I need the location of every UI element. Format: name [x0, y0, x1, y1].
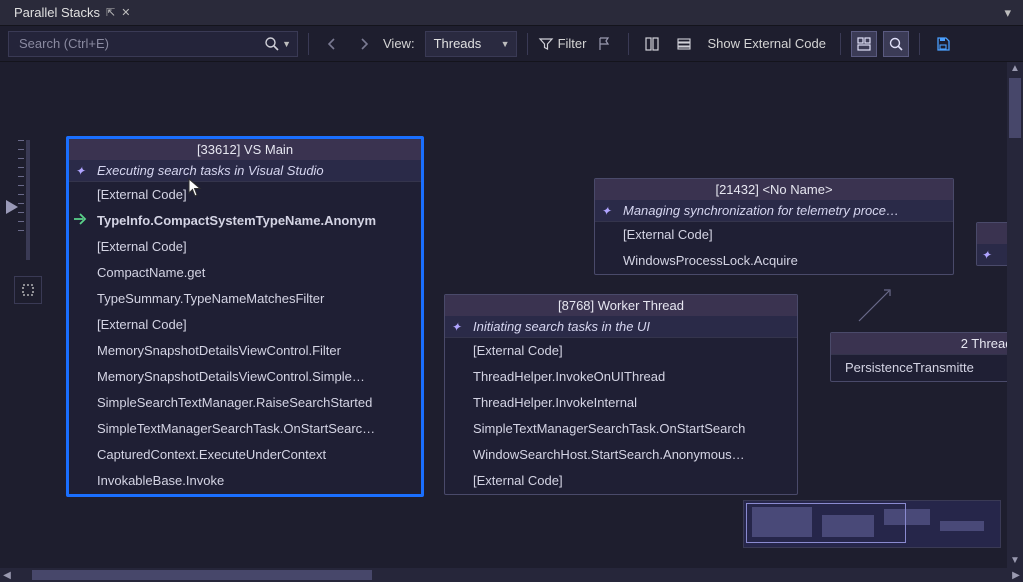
stack-frame[interactable]: WindowSearchHost.StartSearch.Anonymous… — [445, 442, 797, 468]
show-external-code-button[interactable]: Show External Code — [703, 36, 830, 51]
connector-line — [854, 286, 894, 326]
stack-frame[interactable]: ThreadHelper.InvokeOnUIThread — [445, 364, 797, 390]
view-label: View: — [383, 36, 415, 51]
stack-frame[interactable]: SimpleSearchTextManager.RaiseSearchStart… — [69, 390, 421, 416]
minimap[interactable] — [743, 500, 1001, 548]
layout-mode-button-2[interactable] — [883, 31, 909, 57]
search-dropdown-icon[interactable]: ▼ — [282, 39, 291, 49]
thread-description: ✦ Executing search tasks in Visual Studi… — [69, 160, 421, 181]
view-select[interactable]: Threads ▼ — [425, 31, 517, 57]
filter-button[interactable]: Filter — [538, 36, 587, 52]
thread-description: ✦ Initiating search tasks in the UI — [445, 316, 797, 337]
search-box[interactable]: ▼ — [8, 31, 298, 57]
scroll-left-icon[interactable]: ◀ — [0, 570, 14, 581]
thread-description: ✦ Managing synchronization for telemetry… — [595, 200, 953, 221]
chevron-down-icon: ▼ — [501, 39, 510, 49]
minimap-viewport[interactable] — [746, 503, 906, 543]
search-icon[interactable]: ▼ — [264, 36, 291, 52]
thread-header: [8768] Worker Thread — [445, 295, 797, 316]
thread-header: [33612] VS Main — [69, 139, 421, 160]
thread-box-vs-main[interactable]: [33612] VS Main ✦ Executing search tasks… — [66, 136, 424, 497]
view-select-value: Threads — [434, 36, 482, 51]
horizontal-scrollbar[interactable]: ◀ ▶ — [0, 568, 1023, 582]
stack-frame[interactable]: [External Code] — [595, 221, 953, 248]
thread-box-worker[interactable]: [8768] Worker Thread ✦ Initiating search… — [444, 294, 798, 495]
stack-frame[interactable]: MemorySnapshotDetailsViewControl.Simple… — [69, 364, 421, 390]
scroll-up-icon[interactable]: ▲ — [1010, 62, 1020, 76]
stack-frame[interactable]: CompactName.get — [69, 260, 421, 286]
toolbar: ▼ View: Threads ▼ Filter Show External C… — [0, 26, 1023, 62]
current-frame-arrow-icon — [73, 212, 89, 232]
thread-box-two-threads[interactable]: 2 Threads PersistenceTransmitte — [830, 332, 1023, 382]
ai-spark-icon: ✦ — [981, 248, 991, 262]
show-external-code-label: Show External Code — [707, 36, 826, 51]
stack-frame[interactable]: [External Code] — [69, 181, 421, 208]
stack-frame[interactable]: InvokableBase.Invoke — [69, 468, 421, 494]
stack-frame[interactable]: ThreadHelper.InvokeInternal — [445, 390, 797, 416]
scrollbar-thumb[interactable] — [1009, 78, 1021, 138]
thread-header: 2 Threads — [831, 333, 1023, 354]
filter-label: Filter — [558, 36, 587, 51]
vertical-scrollbar[interactable]: ▲ ▼ — [1007, 62, 1023, 568]
zoom-to-fit-button[interactable] — [14, 276, 42, 304]
nav-forward-button[interactable] — [351, 31, 377, 57]
stack-frame[interactable]: PersistenceTransmitte — [831, 354, 1023, 381]
stack-frame[interactable]: SimpleTextManagerSearchTask.OnStartSearc… — [69, 416, 421, 442]
titlebar: Parallel Stacks ⇱ ✕ ▾ — [0, 0, 1023, 26]
stack-frame[interactable]: [External Code] — [445, 468, 797, 494]
scrollbar-thumb[interactable] — [32, 570, 372, 580]
close-icon[interactable]: ✕ — [121, 6, 130, 19]
frames-toggle-button[interactable] — [639, 31, 665, 57]
stack-frame[interactable]: MemorySnapshotDetailsViewControl.Filter — [69, 338, 421, 364]
stack-view-button[interactable] — [671, 31, 697, 57]
ai-spark-icon: ✦ — [75, 164, 85, 178]
thread-header: [21432] <No Name> — [595, 179, 953, 200]
stack-frame-current[interactable]: TypeInfo.CompactSystemTypeName.Anonym — [69, 208, 421, 234]
tab-parallel-stacks[interactable]: Parallel Stacks ⇱ ✕ — [8, 0, 136, 25]
stack-frame[interactable]: [External Code] — [69, 312, 421, 338]
stack-frame[interactable]: SimpleTextManagerSearchTask.OnStartSearc… — [445, 416, 797, 442]
stacks-canvas[interactable]: [33612] VS Main ✦ Executing search tasks… — [0, 62, 1023, 568]
window-title: Parallel Stacks — [14, 5, 100, 20]
filter-icon — [538, 36, 554, 52]
save-icon — [935, 36, 951, 52]
scroll-right-icon[interactable]: ▶ — [1009, 570, 1023, 581]
window-options-dropdown-icon[interactable]: ▾ — [1004, 5, 1011, 21]
zoom-slider[interactable] — [20, 140, 36, 260]
ai-spark-icon: ✦ — [601, 204, 611, 218]
zoom-slider-thumb[interactable] — [6, 200, 18, 214]
layout-mode-button-1[interactable] — [851, 31, 877, 57]
thread-box-no-name[interactable]: [21432] <No Name> ✦ Managing synchroniza… — [594, 178, 954, 275]
nav-back-button[interactable] — [319, 31, 345, 57]
stack-frame[interactable]: WindowsProcessLock.Acquire — [595, 248, 953, 274]
pin-icon[interactable]: ⇱ — [106, 6, 115, 19]
ai-spark-icon: ✦ — [451, 320, 461, 334]
minimap-block — [940, 521, 984, 531]
stack-frame[interactable]: CapturedContext.ExecuteUnderContext — [69, 442, 421, 468]
search-input[interactable] — [19, 36, 264, 51]
stack-frame[interactable]: [External Code] — [69, 234, 421, 260]
flag-button[interactable] — [592, 31, 618, 57]
save-button[interactable] — [930, 31, 956, 57]
stack-frame[interactable]: [External Code] — [445, 337, 797, 364]
stack-frame[interactable]: TypeSummary.TypeNameMatchesFilter — [69, 286, 421, 312]
scroll-down-icon[interactable]: ▼ — [1010, 554, 1020, 568]
